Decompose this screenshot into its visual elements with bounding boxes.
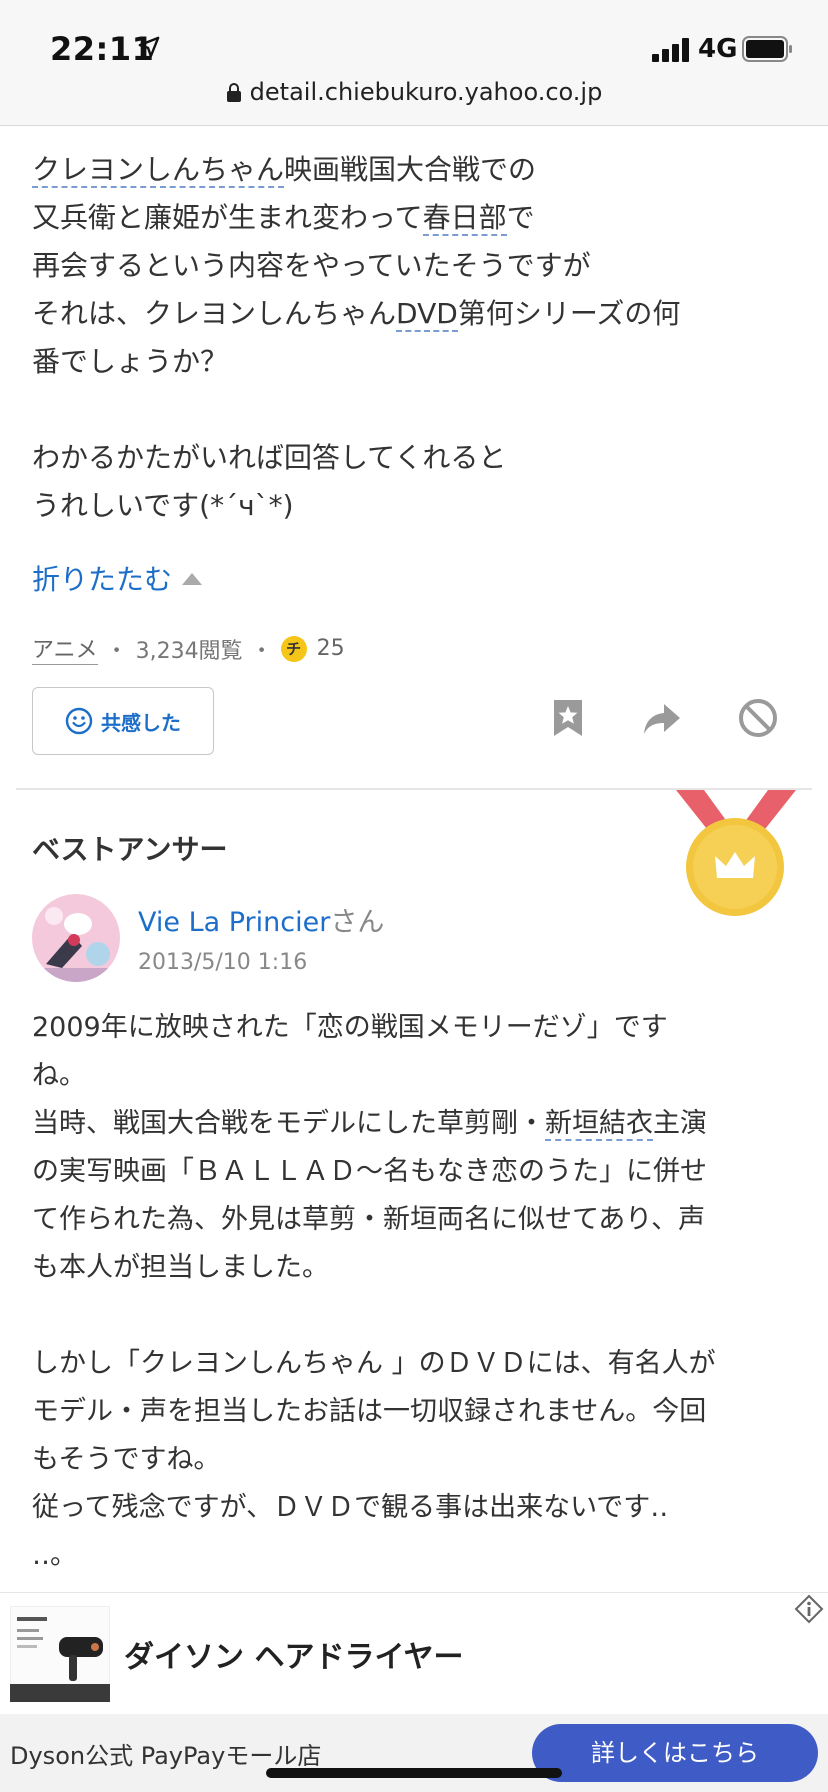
fold-toggle[interactable]: 折りたたむ	[32, 558, 203, 598]
answer-line: も本人が担当しました。	[32, 1252, 329, 1283]
question-line: それは、クレヨンしんちゃんDVD第何シリーズの何	[32, 297, 681, 332]
best-answer-title: ベストアンサー	[32, 833, 228, 866]
status-bar: 22:11 4G detail.chiebukuro.yahoo.co.jp	[0, 0, 828, 126]
battery-icon	[742, 36, 792, 62]
ad-details-button[interactable]: 詳しくはこちら	[532, 1724, 818, 1782]
smile-icon	[65, 707, 93, 735]
answer-line: の実写映画「ＢＡＬＬＡＤ～名もなき恋のうた」に併せ	[32, 1156, 707, 1187]
keyword-link[interactable]: DVD	[396, 297, 458, 332]
ad-shop-name[interactable]: Dyson公式 PayPayモール店	[10, 1736, 321, 1771]
category-link[interactable]: アニメ	[32, 632, 98, 665]
view-count: 3,234閲覧	[135, 638, 243, 664]
answer-line: モデル・声を担当したお話は一切収録されません。今回	[32, 1396, 707, 1427]
question-meta: アニメ ・ 3,234閲覧 ・ チ 25	[32, 632, 345, 665]
network-type: 4G	[698, 34, 738, 64]
caret-up-icon	[182, 573, 203, 585]
keyword-link[interactable]: 春日部	[422, 201, 507, 236]
question-line: 番でしょうか？	[32, 345, 229, 378]
honorific: さん	[330, 907, 385, 938]
keyword-link[interactable]: クレヨンしんちゃん	[32, 153, 285, 188]
answer-line: もそうですね。	[32, 1444, 221, 1475]
home-indicator[interactable]	[266, 1768, 562, 1778]
ad-info-icon[interactable]	[794, 1594, 824, 1624]
ad-title[interactable]: ダイソン ヘアドライヤー	[124, 1632, 464, 1676]
gold-medal-icon	[686, 818, 784, 916]
signal-icon	[652, 38, 689, 62]
block-icon[interactable]	[736, 696, 780, 740]
answer-line: しかし「クレヨンしんちゃん 」のＤＶＤには、有名人が	[32, 1348, 716, 1379]
answer-line: 当時、戦国大合戦をモデルにした草剪剛・新垣結衣主演	[32, 1108, 707, 1141]
location-arrow-icon	[138, 36, 160, 58]
avatar[interactable]	[32, 894, 120, 982]
coin-icon: チ	[280, 635, 307, 662]
question-body: クレヨンしんちゃん映画戦国大合戦での 又兵衛と廉姫が生まれ変わって春日部で 再会…	[32, 146, 792, 530]
answer-body: 2009年に放映された「恋の戦国メモリーだゾ」です ね。 当時、戦国大合戦をモデ…	[32, 1004, 792, 1580]
empathy-label: 共感した	[101, 710, 181, 735]
ad-image-caption-bar	[10, 1684, 110, 1702]
url-bar[interactable]: detail.chiebukuro.yahoo.co.jp	[0, 78, 828, 106]
answer-line: 従って残念ですが、ＤＶＤで観る事は出来ないです‥	[32, 1492, 669, 1523]
question-line: 再会するという内容をやっていたそうですが	[32, 249, 591, 282]
separator: ・	[105, 638, 128, 664]
keyword-link[interactable]: 新垣結衣	[545, 1108, 653, 1141]
answerer-name[interactable]: Vie La Princierさん	[138, 900, 384, 939]
empathy-button[interactable]: 共感した	[32, 687, 214, 755]
coin-count: 25	[316, 636, 345, 661]
question-line: わかるかたがいれば回答してくれると	[32, 441, 507, 474]
question-line: クレヨンしんちゃん映画戦国大合戦での	[32, 153, 537, 188]
share-arrow-icon[interactable]	[640, 696, 684, 740]
answer-line: ‥。	[32, 1540, 78, 1571]
avatar-image	[32, 894, 120, 982]
lock-icon	[226, 83, 241, 102]
separator: ・	[250, 638, 273, 664]
question-line: うれしいです(*´ч`*)	[32, 489, 294, 522]
fold-label: 折りたたむ	[32, 563, 173, 596]
answer-line: て作られた為、外見は草剪・新垣両名に似せてあり、声	[32, 1204, 706, 1235]
url-text: detail.chiebukuro.yahoo.co.jp	[249, 78, 603, 106]
answer-date: 2013/5/10 1:16	[138, 950, 308, 975]
bookmark-star-icon[interactable]	[546, 696, 590, 740]
answer-line: 2009年に放映された「恋の戦国メモリーだゾ」です	[32, 1012, 668, 1043]
question-line: 又兵衛と廉姫が生まれ変わって春日部で	[32, 201, 535, 236]
answer-line: ね。	[32, 1060, 86, 1091]
